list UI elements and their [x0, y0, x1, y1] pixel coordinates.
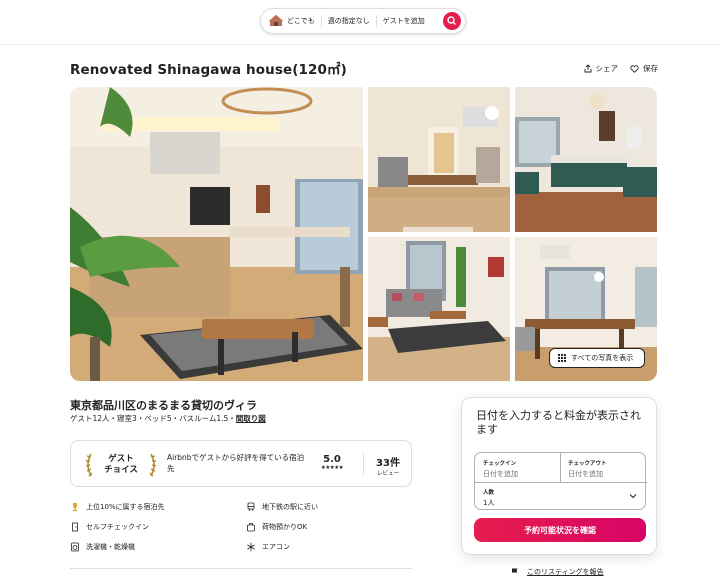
amenity-item: エアコン	[246, 542, 290, 552]
subway-icon	[247, 502, 255, 512]
search-add-guests[interactable]: ゲストを追加	[377, 16, 431, 26]
listing-actions: シェア 保存	[584, 63, 658, 74]
amenity-item: セルフチェックイン	[70, 522, 149, 532]
booking-fields: チェックイン 日付を追加 チェックアウト 日付を追加 人数 1人	[474, 452, 647, 510]
rating-stars: ★★★★★	[320, 465, 344, 471]
photo-4[interactable]	[368, 237, 510, 381]
amenity-item: 荷物預かりOK	[246, 522, 307, 532]
search-icon	[447, 16, 456, 25]
photo-2[interactable]	[368, 87, 510, 232]
search-button[interactable]	[443, 12, 461, 30]
amenity-item: 上位10%に属する宿泊先	[70, 502, 165, 512]
guests-value: 1人	[483, 499, 495, 507]
rating-block: 5.0 ★★★★★	[317, 454, 347, 471]
specs-text: ゲスト12人・寝室3・ベッド5・バスルーム1.5・	[70, 414, 236, 423]
amenity-label: 上位10%に属する宿泊先	[86, 503, 165, 511]
field-divider	[560, 453, 561, 482]
search-anywhere[interactable]: どこでも	[283, 16, 321, 26]
floorplan-link[interactable]: 間取り図	[236, 414, 266, 423]
badge-line1: ゲスト	[108, 454, 134, 464]
checkin-label: チェックイン	[483, 461, 517, 467]
review-label: レビュー	[376, 471, 399, 477]
search-bar[interactable]: どこでも 週の指定なし ゲストを追加	[260, 8, 466, 34]
section-divider	[70, 568, 412, 569]
amenity-label: 洗濯機・乾燥機	[86, 543, 135, 551]
checkin-placeholder: 日付を追加	[483, 470, 518, 478]
review-count: 33件	[376, 458, 400, 469]
guest-favorite-description: Airbnbでゲストから好評を得ている宿泊先	[167, 453, 305, 473]
report-label: このリスティングを報告	[527, 568, 604, 576]
save-button[interactable]: 保存	[630, 63, 658, 74]
guest-favorite-badge: ゲスト チョイス	[85, 452, 157, 477]
booking-card: 日付を入力すると料金が表示されます チェックイン 日付を追加 チェックアウト 日…	[461, 397, 657, 555]
share-icon	[584, 64, 591, 73]
door-icon	[72, 522, 78, 532]
report-listing-link[interactable]: このリスティングを報告	[511, 567, 604, 577]
heart-icon	[630, 64, 639, 73]
share-label: シェア	[595, 64, 619, 73]
field-divider	[475, 482, 647, 483]
washer-icon	[71, 542, 79, 552]
amenity-label: 荷物預かりOK	[262, 523, 308, 531]
amenity-item: 洗濯機・乾燥機	[70, 542, 135, 552]
amenity-item: 地下鉄の駅に近い	[246, 502, 318, 512]
search-anyweek[interactable]: 週の指定なし	[322, 16, 376, 26]
listing-title: Renovated Shinagawa house(120㎡)	[70, 62, 347, 78]
top-bar: どこでも 週の指定なし ゲストを追加	[0, 0, 720, 45]
trophy-icon	[73, 503, 77, 512]
checkin-field[interactable]: チェックイン 日付を追加	[483, 459, 518, 479]
chevron-down-icon[interactable]	[629, 492, 637, 500]
amenity-label: 地下鉄の駅に近い	[262, 503, 318, 511]
amenity-label: エアコン	[262, 543, 290, 551]
reviews-block[interactable]: 33件 レビュー	[371, 454, 405, 477]
rating-value: 5.0	[323, 454, 341, 465]
checkout-placeholder: 日付を追加	[568, 470, 603, 478]
listing-specs: ゲスト12人・寝室3・ベッド5・バスルーム1.5・間取り図	[70, 413, 266, 424]
photo-3[interactable]	[515, 87, 657, 232]
photo-main[interactable]	[70, 87, 363, 381]
guests-field[interactable]: 人数 1人	[483, 488, 494, 508]
badge-line2: チョイス	[104, 465, 138, 475]
show-all-photos-button[interactable]: すべての写真を表示	[549, 348, 645, 368]
checkout-label: チェックアウト	[568, 461, 607, 467]
grid-icon	[558, 354, 566, 362]
share-button[interactable]: シェア	[584, 63, 619, 74]
booking-headline: 日付を入力すると料金が表示されます	[476, 409, 641, 436]
guest-favorite-box: ゲスト チョイス Airbnbでゲストから好評を得ている宿泊先 5.0 ★★★★…	[70, 440, 412, 487]
snowflake-icon	[247, 542, 255, 552]
photo-gallery[interactable]	[70, 87, 657, 381]
house-icon	[269, 14, 283, 27]
rating-divider	[363, 453, 364, 475]
location-title: 東京都品川区のまるまる貸切のヴィラ	[70, 399, 257, 412]
luggage-icon	[247, 523, 255, 532]
check-availability-button[interactable]: 予約可能状況を確認	[474, 518, 646, 542]
show-all-photos-label: すべての写真を表示	[571, 354, 634, 362]
checkout-field[interactable]: チェックアウト 日付を追加	[568, 459, 607, 479]
amenity-label: セルフチェックイン	[86, 523, 149, 531]
flag-icon	[512, 568, 518, 576]
save-label: 保存	[643, 64, 658, 73]
guests-label: 人数	[483, 490, 495, 496]
